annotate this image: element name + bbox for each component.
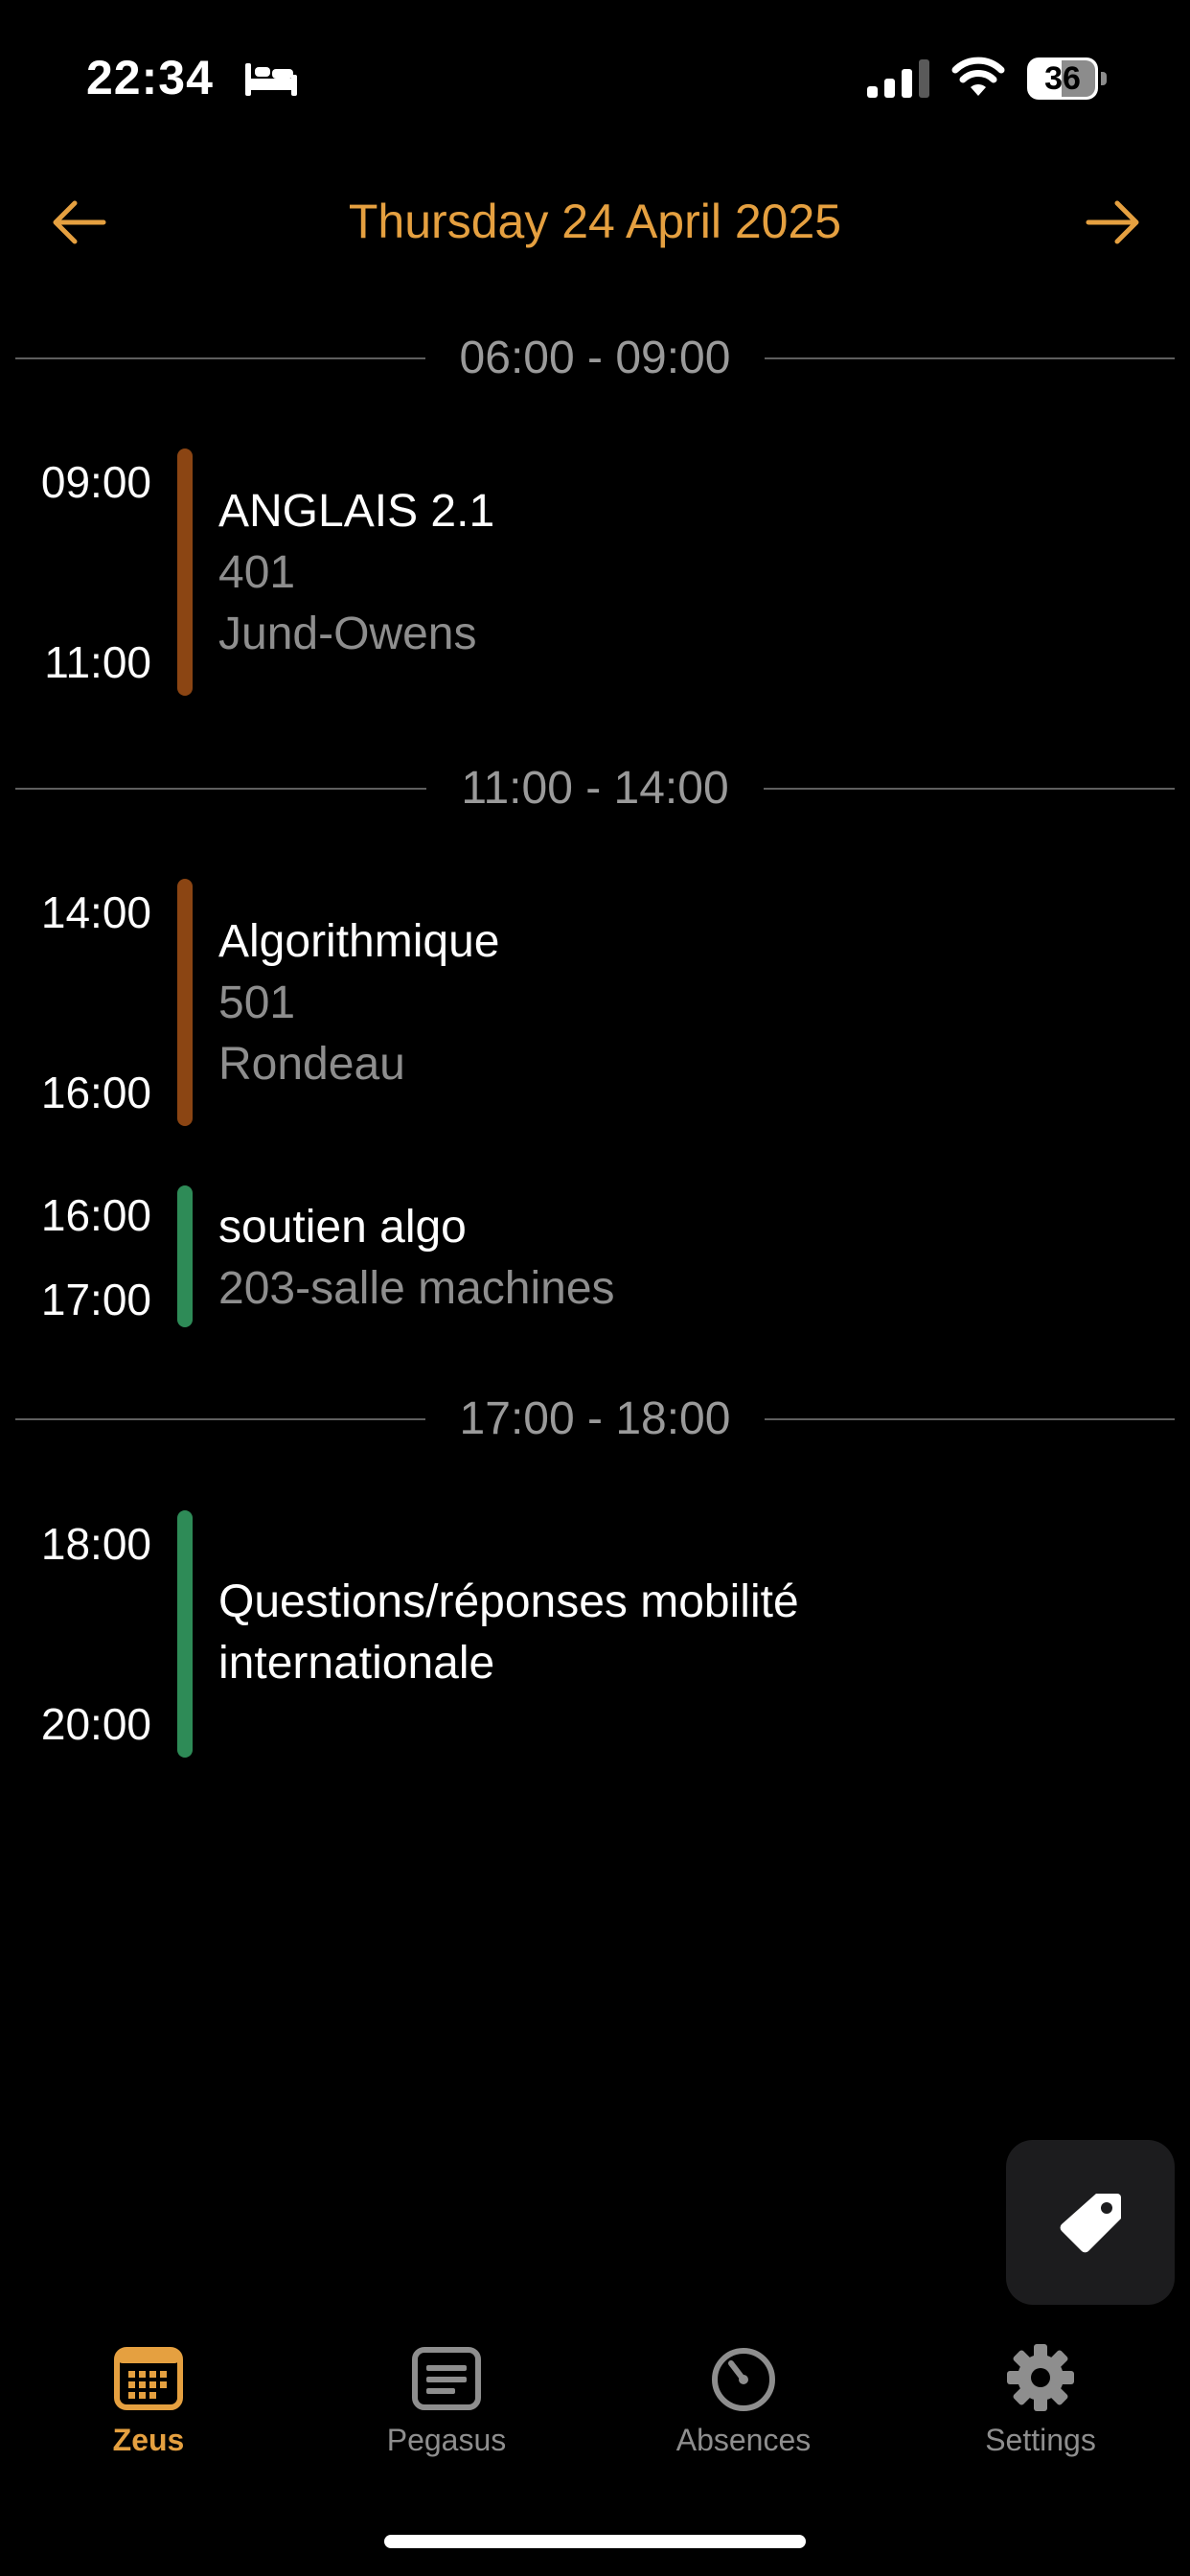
event-color-bar xyxy=(177,879,193,1126)
tab-label: Settings xyxy=(985,2423,1096,2457)
calendar-icon xyxy=(114,2347,183,2410)
event-card[interactable]: 14:00 16:00 Algorithmique 501 Rondeau xyxy=(0,879,1190,1128)
event-card[interactable]: 18:00 20:00 Questions/réponses mobilité … xyxy=(0,1510,1190,1760)
tab-bar: Zeus Pegasus Absences Settings xyxy=(0,2329,1190,2472)
event-color-bar xyxy=(177,1185,193,1327)
event-start-time: 16:00 xyxy=(40,1190,151,1240)
event-end-time: 16:00 xyxy=(40,1068,151,1117)
time-gap-separator: 11:00 - 14:00 xyxy=(15,760,1175,817)
event-title-line-2: internationale xyxy=(218,1638,495,1689)
event-teacher: Jund-Owens xyxy=(218,609,477,659)
time-gap-separator: 06:00 - 09:00 xyxy=(15,330,1175,387)
event-start-time: 14:00 xyxy=(40,887,151,937)
event-teacher: Rondeau xyxy=(218,1039,405,1090)
document-icon xyxy=(412,2347,481,2410)
event-room: 401 xyxy=(218,547,296,598)
status-bar: 22:34 36 xyxy=(0,0,1190,153)
event-card[interactable]: 09:00 11:00 ANGLAIS 2.1 401 Jund-Owens xyxy=(0,448,1190,698)
timer-icon xyxy=(712,2348,775,2411)
event-color-bar xyxy=(177,1510,193,1758)
arrow-right-icon[interactable] xyxy=(1079,194,1146,251)
event-title: Algorithmique xyxy=(218,916,500,967)
event-end-time: 20:00 xyxy=(40,1699,151,1749)
tab-zeus[interactable]: Zeus xyxy=(29,2329,268,2472)
event-card[interactable]: 16:00 17:00 soutien algo 203-salle machi… xyxy=(0,1185,1190,1329)
date-navigation: Thursday 24 April 2025 xyxy=(0,182,1190,268)
bed-icon xyxy=(245,63,297,96)
event-title-line-1: Questions/réponses mobilité xyxy=(218,1576,799,1627)
time-gap-separator: 17:00 - 18:00 xyxy=(15,1391,1175,1448)
date-title: Thursday 24 April 2025 xyxy=(348,195,842,248)
event-end-time: 11:00 xyxy=(44,637,151,687)
event-start-time: 18:00 xyxy=(40,1519,151,1569)
time-gap-label: 06:00 - 09:00 xyxy=(424,333,766,383)
screen: 22:34 36 Thursday 24 April 2025 06:00 - … xyxy=(0,0,1190,2576)
time-gap-label: 17:00 - 18:00 xyxy=(424,1393,766,1444)
gear-icon xyxy=(1007,2344,1074,2411)
tab-absences[interactable]: Absences xyxy=(624,2329,863,2472)
event-color-bar xyxy=(177,448,193,696)
event-room: 501 xyxy=(218,978,296,1028)
tag-button[interactable] xyxy=(1006,2140,1175,2305)
time-gap-label: 11:00 - 14:00 xyxy=(426,763,764,814)
home-indicator[interactable] xyxy=(384,2535,806,2548)
status-time: 22:34 xyxy=(86,51,214,104)
event-start-time: 09:00 xyxy=(40,457,151,507)
tab-label: Pegasus xyxy=(386,2423,507,2457)
battery-icon: 36 xyxy=(1027,58,1108,100)
tab-label: Absences xyxy=(675,2423,812,2457)
event-room: 203-salle machines xyxy=(218,1263,615,1314)
tab-pegasus[interactable]: Pegasus xyxy=(327,2329,566,2472)
signal-icon xyxy=(867,59,929,98)
event-title: soutien algo xyxy=(218,1202,467,1253)
tab-settings[interactable]: Settings xyxy=(921,2329,1160,2472)
event-title: ANGLAIS 2.1 xyxy=(218,486,495,537)
event-end-time: 17:00 xyxy=(40,1275,151,1324)
wifi-icon xyxy=(951,57,1005,96)
tag-icon xyxy=(1060,2194,1121,2253)
tab-label: Zeus xyxy=(112,2423,185,2457)
battery-level: 36 xyxy=(1044,60,1081,97)
